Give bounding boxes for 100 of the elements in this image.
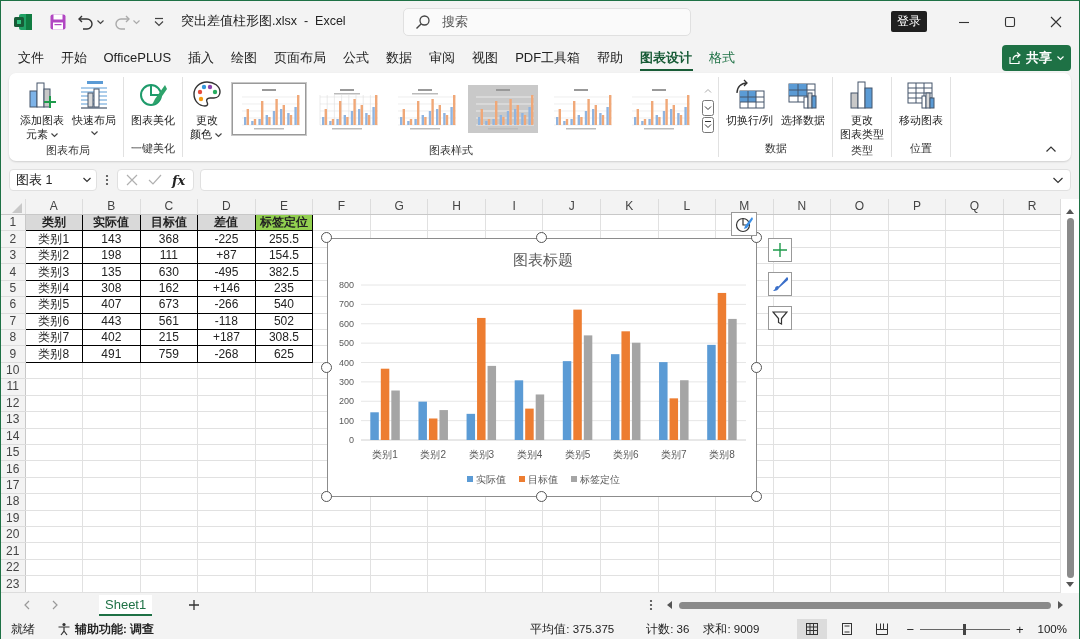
sign-in-button[interactable]: 登录 — [891, 11, 927, 32]
column-header[interactable]: I — [512, 199, 516, 213]
ribbon-button[interactable]: 快速布局 — [69, 77, 119, 143]
menu-tab[interactable]: 页面布局 — [265, 44, 335, 71]
menu-tab[interactable]: OfficePLUS — [95, 46, 180, 69]
bar[interactable] — [380, 368, 390, 440]
menu-tab[interactable]: 开始 — [52, 44, 95, 71]
scroll-down-icon[interactable] — [702, 100, 714, 116]
menu-tab[interactable]: 帮助 — [588, 44, 632, 71]
customize-toolbar-icon[interactable] — [153, 16, 165, 27]
more-styles-icon[interactable] — [702, 117, 714, 133]
chart-title[interactable]: 图表标题 — [513, 251, 573, 268]
resize-handle[interactable] — [536, 491, 547, 502]
more-icon[interactable] — [649, 599, 653, 611]
bar[interactable] — [428, 418, 438, 440]
ribbon-button[interactable]: 移动图表 — [896, 77, 947, 141]
chart-styles-button[interactable] — [768, 272, 792, 296]
search-field[interactable]: 搜索 — [403, 7, 691, 36]
close-icon[interactable] — [1050, 15, 1062, 28]
menu-tab[interactable]: 视图 — [463, 44, 507, 71]
zoom-out-button[interactable]: − — [906, 621, 914, 637]
accessibility-status[interactable]: 辅助功能: 调查 — [75, 621, 155, 637]
ribbon-button[interactable]: 更改 颜色 — [187, 77, 226, 143]
formula-field[interactable] — [200, 169, 1071, 191]
column-header[interactable]: H — [452, 199, 461, 213]
scroll-down-icon[interactable] — [1065, 581, 1076, 589]
bar[interactable] — [669, 398, 679, 440]
column-header[interactable]: C — [164, 199, 174, 213]
zoom-level[interactable]: 100% — [1037, 623, 1067, 635]
column-header[interactable]: R — [1027, 199, 1037, 213]
chart-style-thumbnail[interactable] — [466, 83, 540, 135]
ribbon-button[interactable]: 更改 图表类型 — [837, 77, 888, 143]
normal-view-button[interactable] — [797, 619, 828, 639]
maximize-icon[interactable] — [1004, 15, 1016, 28]
legend-label[interactable]: 标签定位 — [580, 473, 620, 485]
legend-label[interactable]: 实际值 — [476, 473, 506, 485]
column-header[interactable]: A — [49, 199, 58, 213]
column-header[interactable]: N — [797, 199, 807, 213]
insert-function-button[interactable]: fx — [172, 172, 186, 188]
expand-icon[interactable] — [1052, 176, 1064, 184]
add-sheet-icon[interactable] — [188, 599, 201, 611]
sheet-tab[interactable]: Sheet1 — [99, 594, 153, 616]
column-header[interactable]: K — [625, 199, 634, 213]
column-header[interactable]: P — [912, 199, 921, 213]
caret-icon[interactable] — [96, 17, 105, 26]
share-button[interactable]: 共享 — [1002, 44, 1071, 71]
column-header[interactable]: J — [568, 199, 575, 213]
save-icon[interactable] — [49, 12, 67, 31]
resize-handle[interactable] — [321, 491, 332, 502]
menu-tab[interactable]: 文件 — [9, 44, 52, 71]
collapse-ribbon-icon[interactable] — [1045, 145, 1057, 153]
resize-handle[interactable] — [536, 232, 547, 243]
more-icon[interactable] — [105, 174, 109, 186]
caret-icon[interactable] — [82, 176, 92, 184]
scroll-up-icon[interactable] — [1065, 207, 1076, 215]
menu-tab[interactable]: 格式 — [700, 44, 744, 71]
column-header[interactable]: F — [337, 199, 346, 213]
menu-tab[interactable]: 审阅 — [420, 44, 464, 71]
resize-handle[interactable] — [321, 361, 332, 373]
bar[interactable] — [717, 292, 727, 440]
bar[interactable] — [562, 361, 572, 440]
menu-tab[interactable]: PDF工具箱 — [506, 44, 589, 71]
column-header[interactable]: G — [394, 199, 404, 213]
ribbon-button[interactable]: 图表美化 — [128, 77, 178, 141]
legend-label[interactable]: 目标值 — [528, 473, 558, 485]
bar[interactable] — [514, 380, 524, 440]
resize-handle[interactable] — [751, 491, 762, 502]
previous-sheet-icon[interactable] — [23, 600, 31, 610]
bar[interactable] — [487, 365, 497, 440]
scroll-left-icon[interactable] — [665, 600, 673, 610]
chart-filters-button[interactable] — [768, 306, 792, 330]
scrollbar-thumb[interactable] — [679, 601, 1051, 609]
accessibility-icon[interactable] — [57, 622, 71, 636]
bar[interactable] — [466, 413, 476, 440]
column-header[interactable]: L — [683, 199, 691, 213]
chart-elements-button[interactable] — [768, 238, 792, 262]
chart-area[interactable]: 图表标题 0 100 200 300 400 500 600 700 800 类别1 类别2 类别3 类别4 类别5 类别6 类别7 类别8 实际值 目标值 标签定位 — [327, 238, 757, 497]
ribbon-button[interactable]: 切换行/列 — [723, 77, 777, 141]
ribbon-button[interactable]: 选择数据 — [778, 77, 829, 141]
zoom-slider-thumb[interactable] — [963, 623, 967, 635]
menu-tab[interactable]: 绘图 — [222, 44, 266, 71]
bar[interactable] — [631, 342, 641, 440]
scroll-right-icon[interactable] — [1057, 600, 1065, 610]
column-header[interactable]: M — [739, 199, 750, 213]
resize-handle[interactable] — [321, 232, 332, 243]
zoom-in-button[interactable]: + — [1016, 621, 1024, 637]
menu-tab[interactable]: 数据 — [377, 44, 421, 71]
column-header[interactable]: D — [222, 199, 231, 213]
scrollbar-thumb[interactable] — [1066, 218, 1074, 578]
name-box[interactable]: 图表 1 — [9, 169, 97, 191]
column-header[interactable]: Q — [969, 199, 980, 213]
spreadsheet-logo-icon[interactable] — [13, 12, 33, 31]
chart-style-button[interactable] — [731, 212, 757, 236]
chart-style-thumbnail[interactable] — [232, 83, 306, 135]
next-sheet-icon[interactable] — [51, 600, 59, 610]
menu-tab[interactable]: 插入 — [179, 44, 223, 71]
resize-handle[interactable] — [751, 361, 762, 373]
column-header[interactable]: O — [854, 199, 865, 213]
column-header[interactable]: E — [279, 199, 288, 213]
menu-tab[interactable]: 公式 — [334, 44, 378, 71]
